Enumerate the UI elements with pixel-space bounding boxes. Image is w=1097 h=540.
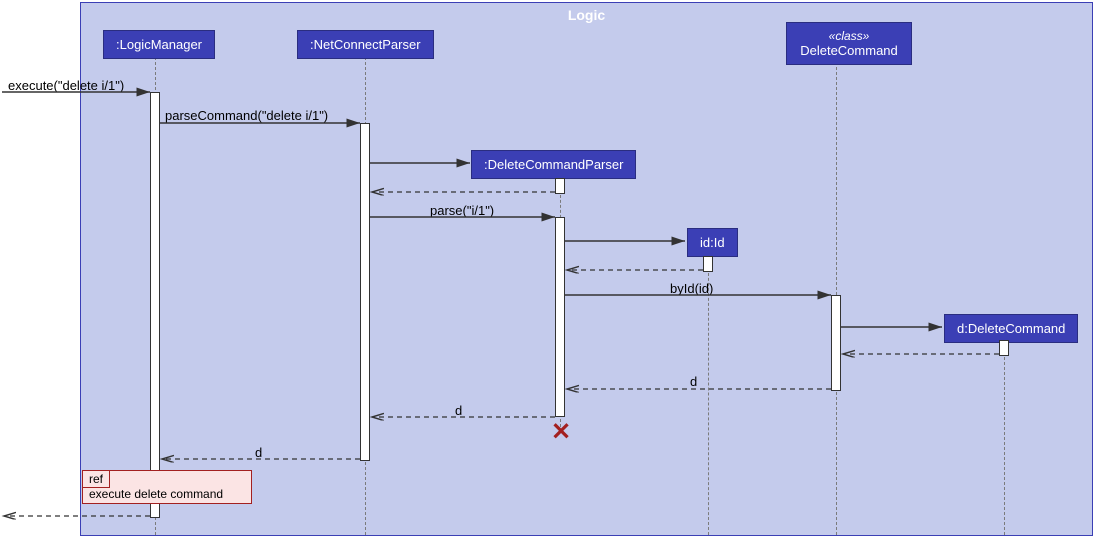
label-return-d3: d — [255, 445, 262, 460]
label-execute: execute("delete i/1") — [8, 78, 124, 93]
label-byid: byId(id) — [670, 281, 713, 296]
logic-frame: Logic — [80, 2, 1093, 536]
participant-id: id:Id — [687, 228, 738, 257]
activation-deletecommand-create — [999, 340, 1009, 356]
ref-label: ref — [83, 471, 110, 488]
participant-deletecommandparser: :DeleteCommandParser — [471, 150, 636, 179]
activation-logicmanager — [150, 92, 160, 518]
activation-deletecommandparser-create — [555, 178, 565, 194]
activation-id-create — [703, 256, 713, 272]
lifeline-deletecommand-instance — [1004, 342, 1005, 535]
activation-deletecommandparser — [555, 217, 565, 417]
frame-title: Logic — [568, 7, 605, 23]
ref-box: ref execute delete command — [82, 470, 252, 504]
activation-deletecommand-class — [831, 295, 841, 391]
activation-netconnectparser — [360, 123, 370, 461]
label-parsecommand: parseCommand("delete i/1") — [165, 108, 328, 123]
label-return-d1: d — [690, 374, 697, 389]
participant-deletecommand-class: «class» DeleteCommand — [786, 22, 912, 65]
label-parse: parse("i/1") — [430, 203, 494, 218]
participant-logicmanager: :LogicManager — [103, 30, 215, 59]
class-name: DeleteCommand — [799, 43, 899, 58]
stereotype-class: «class» — [799, 29, 899, 43]
lifeline-id — [708, 258, 709, 535]
participant-deletecommand-instance: d:DeleteCommand — [944, 314, 1078, 343]
participant-netconnectparser: :NetConnectParser — [297, 30, 434, 59]
label-return-d2: d — [455, 403, 462, 418]
destroy-icon: ✕ — [551, 418, 571, 447]
